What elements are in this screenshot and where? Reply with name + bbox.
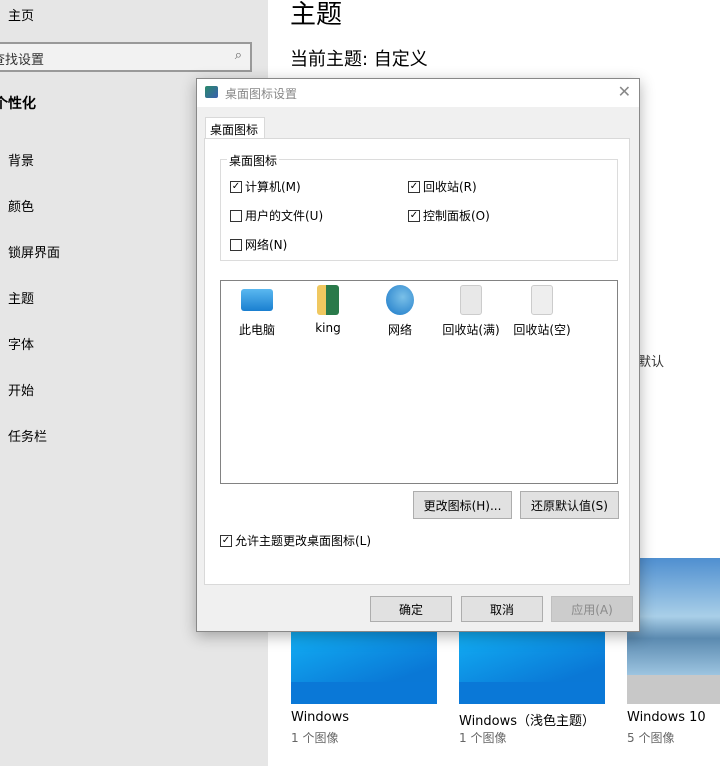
checkbox-allow-themes[interactable]: ✓ 允许主题更改桌面图标(L) [220, 532, 371, 549]
icon-list[interactable]: 此电脑 king 网络 回收站(满) 回收站(空) [220, 280, 618, 484]
nav-taskbar[interactable]: 任务栏 [8, 426, 47, 445]
icon-item-this-pc[interactable]: 此电脑 [225, 285, 289, 338]
checkbox-checked-icon: ✓ [220, 534, 232, 547]
checkbox-recycle-bin[interactable]: ✓ 回收站(R) [408, 178, 477, 195]
recycle-bin-empty-icon [531, 285, 553, 315]
nav-background[interactable]: 背景 [8, 150, 34, 169]
app-icon [205, 86, 218, 98]
checkbox-label: 计算机(M) [245, 180, 301, 194]
icon-label: 网络 [387, 323, 412, 337]
theme-thumbnail-windows-light[interactable] [459, 630, 605, 704]
theme-name: Windows 10 [627, 710, 706, 725]
nav-fonts[interactable]: 字体 [8, 334, 34, 353]
restore-default-button[interactable]: 还原默认值(S) [520, 491, 619, 519]
apply-button[interactable]: 应用(A) [551, 596, 633, 622]
desktop-icons-group: 桌面图标 ✓ 计算机(M) ✓ 回收站(R) 用户的文件(U) ✓ 控制面板(O) 网… [220, 152, 618, 261]
checkbox-control-panel[interactable]: ✓ 控制面板(O) [408, 207, 490, 224]
search-placeholder: 查找设置 [0, 53, 45, 68]
icon-item-recycle-full[interactable]: 回收站(满) [439, 285, 503, 338]
nav-lock-screen[interactable]: 锁屏界面 [8, 242, 60, 261]
theme-count: 1 个图像 [291, 731, 339, 745]
group-label: 桌面图标 [227, 152, 280, 169]
nav-home[interactable]: 主页 [8, 5, 34, 24]
close-icon[interactable]: ✕ [618, 82, 631, 101]
section-heading: 个性化 [0, 96, 36, 112]
checkbox-checked-icon: ✓ [408, 209, 420, 222]
search-input[interactable]: 查找设置 ⌕ [0, 42, 252, 72]
recycle-bin-full-icon [460, 285, 482, 315]
icon-label: 回收站(空) [513, 323, 571, 337]
page-title: 主题 [290, 0, 343, 30]
checkbox-label: 控制面板(O) [423, 209, 490, 223]
dialog-title: 桌面图标设置 [225, 87, 298, 101]
checkbox-label: 回收站(R) [423, 180, 477, 194]
theme-name: Windows [291, 710, 350, 725]
checkbox-label: 允许主题更改桌面图标(L) [235, 534, 372, 548]
cancel-button[interactable]: 取消 [461, 596, 543, 622]
nav-themes[interactable]: 主题 [8, 288, 34, 307]
theme-thumbnail-windows[interactable] [291, 630, 437, 704]
computer-icon [241, 289, 273, 311]
theme-count: 5 个图像 [627, 731, 675, 745]
tab-desktop-icons[interactable]: 桌面图标 [205, 117, 265, 139]
nav-start[interactable]: 开始 [8, 380, 34, 399]
icon-label: 回收站(满) [442, 323, 500, 337]
icon-label: king [315, 321, 341, 335]
checkbox-unchecked-icon [230, 238, 242, 251]
user-folder-icon [317, 285, 339, 315]
checkbox-checked-icon: ✓ [230, 180, 242, 193]
theme-thumbnail-windows10[interactable] [627, 558, 720, 704]
network-icon [386, 285, 414, 315]
nav-colors[interactable]: 颜色 [8, 196, 34, 215]
checkbox-network[interactable]: 网络(N) [230, 236, 287, 253]
checkbox-label: 用户的文件(U) [245, 209, 324, 223]
theme-count: 1 个图像 [459, 731, 507, 745]
checkbox-label: 网络(N) [245, 238, 288, 252]
change-icon-button[interactable]: 更改图标(H)... [413, 491, 512, 519]
icon-item-user[interactable]: king [296, 285, 360, 335]
checkbox-checked-icon: ✓ [408, 180, 420, 193]
icon-item-network[interactable]: 网络 [368, 285, 432, 338]
ok-button[interactable]: 确定 [370, 596, 452, 622]
search-icon: ⌕ [234, 48, 242, 63]
partial-text: 默认 [638, 355, 665, 370]
icon-label: 此电脑 [238, 323, 275, 337]
theme-name: Windows（浅色主题） [459, 714, 596, 729]
checkbox-user-files[interactable]: 用户的文件(U) [230, 207, 323, 224]
desktop-icon-settings-dialog: 桌面图标设置 ✕ 桌面图标 桌面图标 ✓ 计算机(M) ✓ 回收站(R) 用户的文件… [196, 78, 640, 632]
current-theme: 当前主题: 自定义 [290, 49, 428, 70]
tab-panel: 桌面图标 ✓ 计算机(M) ✓ 回收站(R) 用户的文件(U) ✓ 控制面板(O) 网… [204, 138, 630, 585]
checkbox-unchecked-icon [230, 209, 242, 222]
checkbox-computer[interactable]: ✓ 计算机(M) [230, 178, 301, 195]
dialog-titlebar[interactable]: 桌面图标设置 ✕ [197, 79, 639, 107]
icon-item-recycle-empty[interactable]: 回收站(空) [510, 285, 574, 338]
